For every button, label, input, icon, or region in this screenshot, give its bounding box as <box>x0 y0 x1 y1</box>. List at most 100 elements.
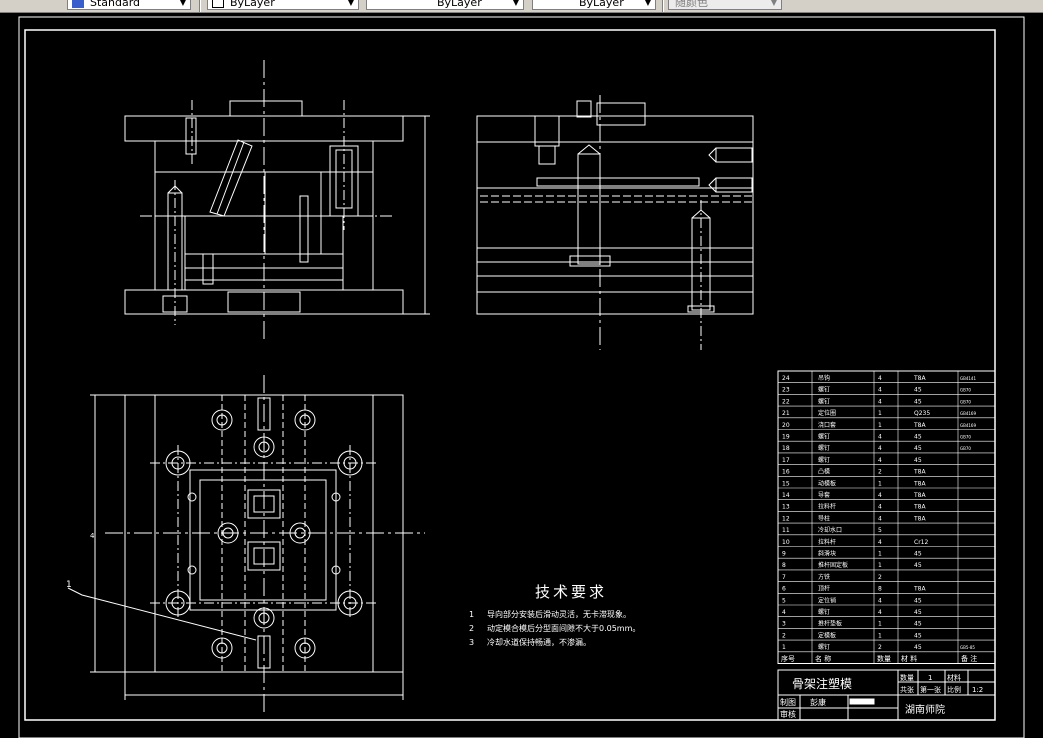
bom-cell-mat: 45 <box>914 621 922 628</box>
lineweight-dropdown[interactable]: ByLayer ▼ <box>532 0 656 10</box>
bom-cell-qty: 4 <box>878 445 882 452</box>
bom-cell-no: 21 <box>782 410 790 417</box>
bom-cell-name: 螺钉 <box>818 433 830 441</box>
textstyle-value: Standard <box>90 0 141 9</box>
bom-cell-no: 9 <box>782 551 786 558</box>
toolbar-separator <box>199 0 201 12</box>
side-section-view[interactable] <box>476 95 754 350</box>
title-drawn-label: 制图 <box>780 697 796 707</box>
bom-cell-mat: T8A <box>913 375 926 382</box>
bom-cell-mat: 45 <box>914 445 922 452</box>
side-fixed-plate <box>476 141 754 189</box>
plan-view[interactable] <box>67 375 425 712</box>
chevron-down-icon: ▼ <box>770 0 778 7</box>
bom-table[interactable]: 24 吊钩 4 T8A GB414123 螺钉 4 45 GB7022 螺钉 4 45 GB7021 定位… <box>777 370 996 664</box>
linetype-value: ByLayer <box>437 0 482 9</box>
properties-toolbar: Standard ▼ ByLayer ▼ ByLayer ▼ ByLayer ▼… <box>0 0 1043 13</box>
tech-note-number: 2 <box>469 624 474 633</box>
bom-cell-no: 11 <box>782 527 790 534</box>
textstyle-icon <box>72 0 84 8</box>
water-nozzle-2 <box>715 177 753 193</box>
bom-cell-qty: 2 <box>878 644 882 651</box>
bom-cell-name: 斜滑块 <box>818 550 836 558</box>
bom-cell-no: 3 <box>782 621 786 628</box>
bom-cell-mat: 45 <box>914 644 922 651</box>
bom-cell-no: 17 <box>782 457 790 464</box>
title-sheet-label: 共张 <box>900 685 914 694</box>
bom-cell-note: GB5-85 <box>960 645 975 650</box>
bom-cell-mat: T8A <box>913 422 926 429</box>
bom-cell-mat: T8A <box>913 586 926 593</box>
cad-viewport[interactable]: 1 4 技术要求 1 导向部分安装后滑动灵活，无卡滞现象。 2 动定模合模后分型面间隙… <box>0 13 1043 738</box>
plotstyle-dropdown[interactable]: 随颜色 ▼ <box>668 0 782 10</box>
bom-cell-mat: 45 <box>914 632 922 639</box>
drawing-canvas[interactable]: 1 4 技术要求 1 导向部分安装后滑动灵活，无卡滞现象。 2 动定模合模后分型面间隙… <box>0 13 1043 738</box>
bom-cell-qty: 1 <box>878 410 882 417</box>
front-section-view[interactable] <box>124 60 430 340</box>
chevron-down-icon: ▼ <box>512 0 520 7</box>
title-qty-value: 1 <box>928 674 932 682</box>
water-nozzle-1 <box>715 147 753 163</box>
bom-cell-qty: 1 <box>878 480 882 487</box>
bom-cell-no: 18 <box>782 445 790 452</box>
bom-cell-no: 2 <box>782 632 786 639</box>
title-scale-value: 1:2 <box>972 686 983 694</box>
bom-cell-mat: 45 <box>914 597 922 604</box>
bom-cell-qty: 1 <box>878 621 882 628</box>
bom-header-note: 备 注 <box>961 654 977 663</box>
title-drawn-name: 彭康 <box>810 697 826 707</box>
bom-cell-qty: 4 <box>878 457 882 464</box>
bom-cell-name: 螺钉 <box>818 456 830 464</box>
bom-cell-name: 动模板 <box>818 479 836 487</box>
bom-cell-qty: 4 <box>878 609 882 616</box>
bom-cell-mat: 45 <box>914 551 922 558</box>
plotstyle-value: 随颜色 <box>675 0 708 9</box>
layer-dropdown[interactable]: ByLayer ▼ <box>207 0 359 10</box>
bom-cell-mat: Q235 <box>914 410 930 417</box>
linetype-dropdown[interactable]: ByLayer ▼ <box>366 0 524 10</box>
bom-cell-name: 定模板 <box>818 631 836 639</box>
bom-cell-name: 顶杆 <box>818 585 830 593</box>
side-moving-plate <box>476 187 754 249</box>
title-sheet-of: 第一张 <box>920 685 941 694</box>
bom-cell-no: 14 <box>782 492 790 499</box>
side-bottom-plate <box>476 291 754 315</box>
bom-cell-no: 16 <box>782 469 790 476</box>
bom-cell-qty: 1 <box>878 562 882 569</box>
bom-cell-note: GB70 <box>960 399 971 404</box>
bom-cell-qty: 4 <box>878 398 882 405</box>
bom-cell-name: 螺钉 <box>818 397 830 405</box>
bom-cell-mat: T8A <box>913 469 926 476</box>
cavity-insert <box>536 177 700 187</box>
bom-cell-qty: 4 <box>878 492 882 499</box>
bom-cell-qty: 4 <box>878 375 882 382</box>
tech-note-text: 动定模合模后分型面间隙不大于0.05mm。 <box>487 623 640 633</box>
bom-cell-mat: 45 <box>914 387 922 394</box>
bom-cell-name: 螺钉 <box>818 643 830 651</box>
title-qty-label: 数量 <box>900 673 914 682</box>
lineweight-value: ByLayer <box>579 0 624 9</box>
tech-requirements-title: 技术要求 <box>535 583 607 601</box>
toolbar-separator <box>662 0 664 12</box>
bom-cell-no: 4 <box>782 609 786 616</box>
bom-cell-qty: 2 <box>878 469 882 476</box>
side-ejector-plates <box>476 247 754 293</box>
bom-cell-note: GB70 <box>960 388 971 393</box>
bom-cell-note: GB4141 <box>960 376 976 381</box>
bom-cell-qty: 4 <box>878 504 882 511</box>
chevron-down-icon: ▼ <box>644 0 652 7</box>
chevron-down-icon: ▼ <box>347 0 355 7</box>
leader-label: 1 <box>66 580 72 590</box>
title-review-label: 审核 <box>780 709 796 719</box>
textstyle-dropdown[interactable]: Standard ▼ <box>67 0 191 10</box>
tech-note-number: 1 <box>469 610 474 619</box>
layer-swatch-icon <box>212 0 224 8</box>
dim-left-label: 4 <box>90 532 95 540</box>
bom-cell-name: 推杆固定板 <box>818 561 848 569</box>
drawn-date-box <box>849 698 875 705</box>
bom-cell-name: 导套 <box>818 491 830 499</box>
bom-cell-no: 20 <box>782 422 790 429</box>
bom-cell-mat: T8A <box>913 504 926 511</box>
bom-cell-mat: 45 <box>914 398 922 405</box>
bom-cell-no: 22 <box>782 398 790 405</box>
